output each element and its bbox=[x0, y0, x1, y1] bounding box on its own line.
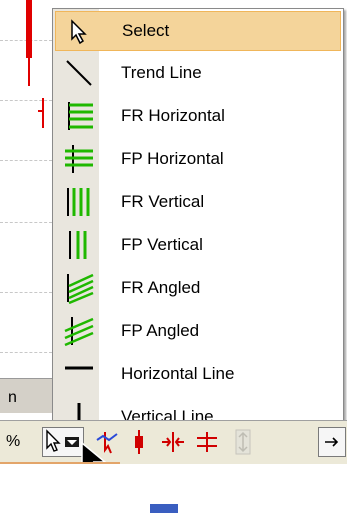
menu-item-fr-angled[interactable]: FR Angled bbox=[55, 268, 341, 308]
candle-body bbox=[26, 0, 32, 58]
vertical-resize-icon[interactable] bbox=[228, 427, 258, 457]
fr-horizontal-icon bbox=[61, 98, 97, 134]
grid-line bbox=[0, 292, 52, 293]
horizontal-line-icon bbox=[61, 356, 97, 392]
side-tab[interactable]: n bbox=[0, 378, 52, 413]
fr-vertical-icon bbox=[61, 184, 97, 220]
fp-vertical-icon bbox=[61, 227, 97, 263]
menu-item-label: Trend Line bbox=[121, 63, 202, 82]
menu-item-fp-angled[interactable]: FP Angled bbox=[55, 311, 341, 351]
fp-horizontal-icon bbox=[61, 141, 97, 177]
menu-item-fr-horizontal[interactable]: FR Horizontal bbox=[55, 96, 341, 136]
menu-item-label: FP Angled bbox=[121, 321, 200, 340]
chart-area[interactable] bbox=[0, 0, 60, 400]
grid-line bbox=[0, 222, 52, 223]
trend-line-icon bbox=[61, 55, 97, 91]
menu-item-fp-horizontal[interactable]: FP Horizontal bbox=[55, 139, 341, 179]
menu-item-label: FP Horizontal bbox=[121, 149, 224, 168]
select-arrow-icon bbox=[62, 13, 98, 49]
drawing-tools-menu[interactable]: Select Trend Line FR Horizontal FP Horiz… bbox=[52, 8, 344, 451]
arrow-right-button[interactable] bbox=[318, 427, 346, 457]
menu-item-label: FR Horizontal bbox=[121, 106, 225, 125]
candle-wick bbox=[42, 98, 44, 128]
candle-marker-icon[interactable] bbox=[124, 427, 154, 457]
menu-item-fr-vertical[interactable]: FR Vertical bbox=[55, 182, 341, 222]
candle-wick bbox=[28, 58, 30, 86]
menu-item-label: Horizontal Line bbox=[121, 364, 235, 383]
menu-item-fp-vertical[interactable]: FP Vertical bbox=[55, 225, 341, 265]
menu-item-label: FR Angled bbox=[121, 278, 201, 297]
grid-line bbox=[0, 100, 52, 101]
menu-item-horizontal-line[interactable]: Horizontal Line bbox=[55, 354, 341, 394]
grid-line bbox=[0, 352, 52, 353]
menu-item-label: Select bbox=[122, 21, 170, 40]
merge-arrows-icon[interactable] bbox=[158, 427, 188, 457]
menu-item-label: FR Vertical bbox=[121, 192, 205, 211]
menu-item-label: FP Vertical bbox=[121, 235, 203, 254]
grid-line bbox=[0, 160, 52, 161]
fr-angled-icon bbox=[61, 270, 97, 306]
menu-item-select[interactable]: Select bbox=[55, 11, 341, 51]
blue-indicator bbox=[150, 504, 178, 513]
side-tab-label: n bbox=[8, 389, 17, 406]
menu-item-trend-line[interactable]: Trend Line bbox=[55, 53, 341, 93]
price-tick bbox=[38, 110, 44, 112]
drawing-toolbar: % bbox=[0, 420, 347, 478]
fp-angled-icon bbox=[61, 313, 97, 349]
percent-label: % bbox=[6, 433, 21, 450]
cross-lines-icon[interactable] bbox=[192, 427, 222, 457]
